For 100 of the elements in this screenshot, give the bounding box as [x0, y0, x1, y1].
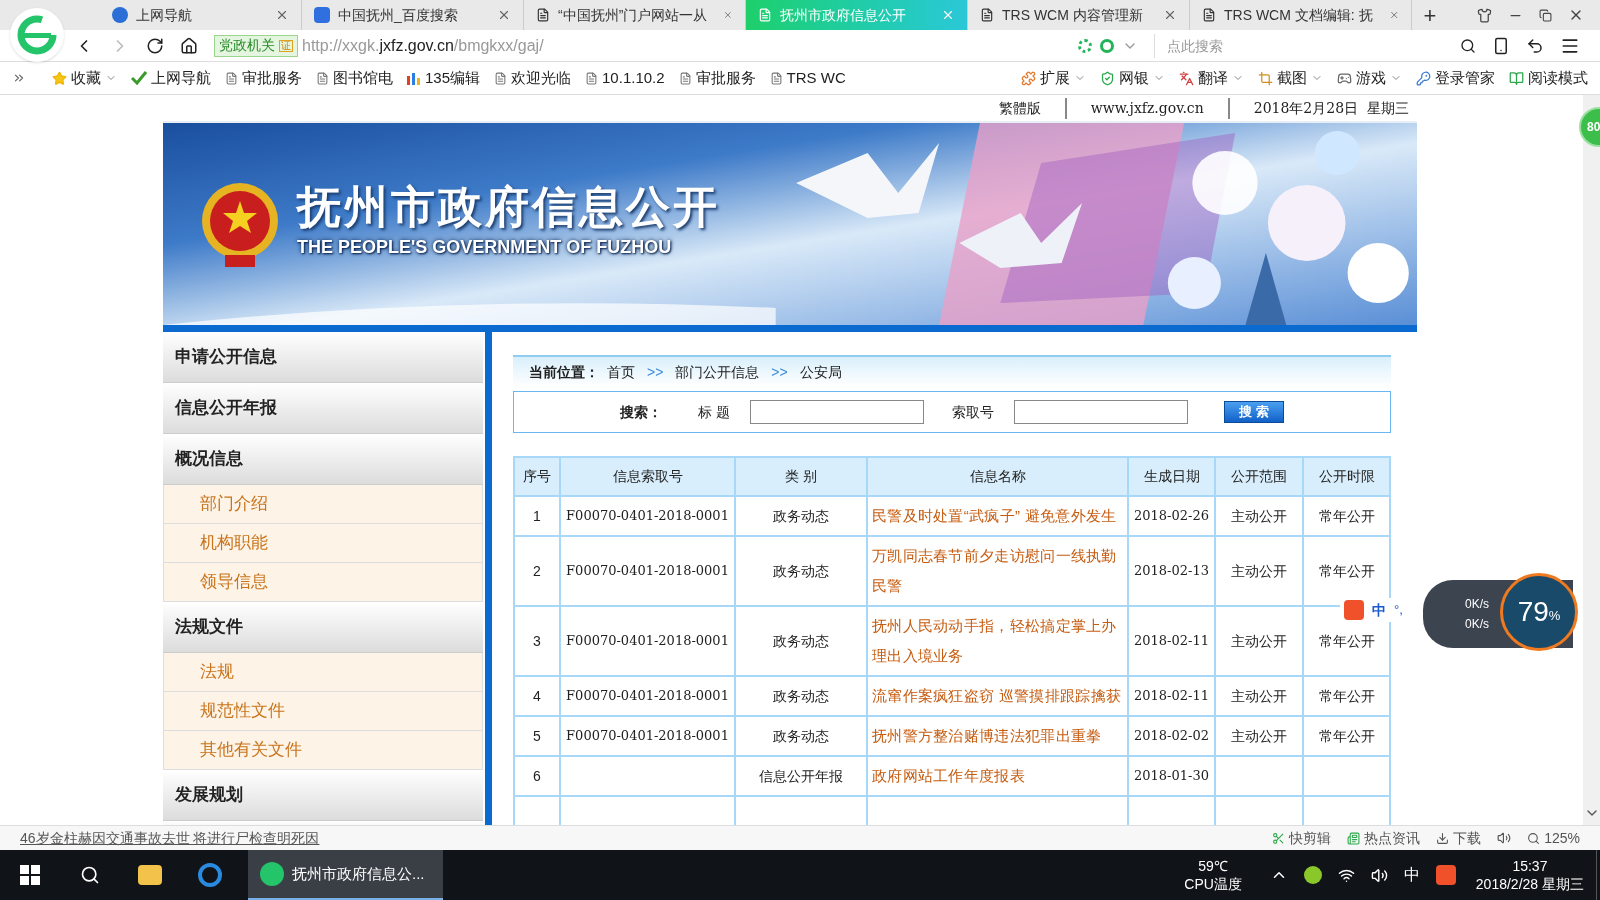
bookmark[interactable]: 135编辑	[407, 66, 481, 90]
tool-icon	[1337, 70, 1352, 86]
tool-icon	[1416, 70, 1431, 86]
bookmark[interactable]: 欢迎光临	[494, 66, 572, 90]
input-field[interactable]	[749, 400, 924, 424]
search-field[interactable]: 点此搜索	[1154, 33, 1444, 58]
expand-icon[interactable]	[12, 71, 26, 85]
zoom-level[interactable]: 125%	[1527, 827, 1580, 849]
header-link[interactable]: 繁體版	[974, 97, 1065, 119]
new-tab-button[interactable]: +	[1412, 0, 1448, 30]
table-cell: 常年公开	[1318, 633, 1375, 649]
table-cell: 1	[533, 508, 541, 524]
page-icon	[758, 8, 772, 22]
table-cell: F00070-0401-2018-0001	[566, 633, 729, 648]
tool-icon	[1021, 70, 1036, 86]
toolbar-button[interactable]: 截图	[1258, 66, 1323, 90]
home-button[interactable]	[180, 36, 198, 55]
table-cell: 2018-02-13	[1134, 563, 1209, 578]
windows-icon[interactable]	[20, 865, 40, 885]
taskbar-app[interactable]: 抚州市政府信息公...	[248, 850, 443, 900]
tab-title: TRS WCM 内容管理新	[1002, 5, 1143, 25]
table-cell: 主动公开	[1231, 728, 1287, 744]
toolbar-button[interactable]: 游戏	[1337, 66, 1402, 90]
close-icon[interactable]	[1163, 8, 1177, 22]
bookmark[interactable]: 收藏	[52, 66, 117, 90]
skin-icon[interactable]	[1477, 7, 1492, 23]
url-text: http://xxgk.jxfz.gov.cn/bmgkxx/gaj/	[302, 35, 544, 56]
ime-punctuation[interactable]: °,	[1394, 600, 1403, 620]
close-icon[interactable]	[497, 8, 511, 22]
upload-speed: 0K/s	[1465, 596, 1489, 613]
page-icon	[585, 71, 599, 85]
breadcrumb-label: 当前位置：	[529, 362, 599, 382]
page-icon	[225, 71, 238, 85]
column-header: 序号	[514, 457, 560, 496]
table-cell: 3	[533, 633, 541, 649]
bookmark[interactable]: 审批服务	[678, 66, 756, 90]
clock-date[interactable]: 2018/2/28 星期三	[1475, 875, 1584, 893]
table-cell: 主动公开	[1231, 508, 1287, 524]
search-icon[interactable]	[1460, 37, 1476, 54]
phone-icon[interactable]	[1492, 36, 1510, 55]
status-button[interactable]: 热点资讯	[1347, 827, 1421, 849]
address-field[interactable]: 党政机关 证 http://xxgk.jxfz.gov.cn/bmgkxx/gaj/	[214, 32, 1062, 59]
bookmark[interactable]: 图书馆电	[316, 66, 393, 90]
bars-icon	[407, 71, 421, 85]
page-icon	[316, 71, 329, 85]
reload-button[interactable]	[146, 36, 164, 55]
bookmark[interactable]: 审批服务	[225, 66, 302, 90]
input-field[interactable]	[1013, 400, 1188, 424]
toolbar-button[interactable]: 翻译	[1179, 66, 1244, 90]
close-icon[interactable]	[275, 8, 289, 22]
breadcrumb-link[interactable]: 首页	[607, 361, 635, 383]
site-badge: 党政机关 证	[214, 34, 298, 57]
ime-mode[interactable]: 中	[1372, 599, 1386, 621]
table-cell: 主动公开	[1231, 633, 1287, 649]
status-button[interactable]: 下载	[1436, 827, 1482, 849]
undo-icon[interactable]	[1526, 36, 1544, 55]
scrollbar[interactable]	[1583, 95, 1600, 825]
toolbar-button[interactable]: 登录管家	[1416, 66, 1495, 90]
tab-title: 中国抚州_百度搜索	[338, 5, 458, 25]
tab-title: 抚州市政府信息公开	[780, 5, 906, 25]
tab-title: 上网导航	[136, 5, 192, 25]
bookmark[interactable]: TRS WC	[769, 66, 846, 90]
table-cell: 常年公开	[1318, 563, 1375, 579]
toolbar-button[interactable]: 扩展	[1021, 66, 1086, 90]
field-label: 标 题	[698, 402, 730, 422]
toolbar-button[interactable]: 网银	[1100, 66, 1165, 90]
page-icon	[980, 8, 994, 22]
table-cell: 政务动态	[773, 508, 829, 524]
column-header: 信息索取号	[560, 457, 735, 496]
breadcrumb-link[interactable]: 公安局	[799, 361, 842, 383]
tab-title: “中国抚州”门户网站一从	[558, 5, 708, 25]
column-header: 类 别	[735, 457, 867, 496]
restore-icon[interactable]	[1539, 8, 1552, 22]
breadcrumb-link[interactable]: 部门公开信息	[675, 361, 760, 383]
table-cell: 2	[533, 563, 541, 579]
column-header: 公开范围	[1215, 457, 1303, 496]
table-cell: 常年公开	[1318, 508, 1375, 524]
cpu-label: CPU温度	[1184, 875, 1242, 893]
bookmark[interactable]: 上网导航	[131, 66, 211, 90]
volume-icon[interactable]	[1370, 866, 1388, 884]
table-cell: 2018-02-26	[1134, 508, 1209, 523]
table-cell: 政务动态	[773, 633, 829, 649]
status-icon	[1436, 831, 1450, 845]
tab-title: TRS WCM 文档编辑: 抚	[1224, 5, 1373, 25]
sound-icon[interactable]	[1497, 831, 1512, 845]
clock-time[interactable]: 15:37	[1512, 857, 1548, 875]
bookmark[interactable]: 10.1.10.2	[585, 66, 665, 90]
news-ticker[interactable]: 46岁金柱赫因交通事故去世 将进行尸检查明死因	[20, 827, 320, 849]
table-cell: 政务动态	[773, 728, 829, 744]
table-cell: F00070-0401-2018-0001	[566, 563, 729, 578]
tool-icon	[1179, 70, 1194, 86]
table-cell: 2018-01-30	[1134, 768, 1209, 783]
toolbar-button[interactable]: 阅读模式	[1509, 66, 1588, 90]
search-icon[interactable]	[80, 865, 100, 885]
folder-icon[interactable]	[138, 865, 162, 885]
table-cell: 常年公开	[1318, 688, 1375, 704]
column-header: 生成日期	[1128, 457, 1215, 496]
status-button[interactable]: 快剪辑	[1272, 827, 1332, 849]
search-button[interactable]: 搜 索	[1223, 401, 1284, 423]
input-method[interactable]: 中	[1403, 863, 1420, 887]
